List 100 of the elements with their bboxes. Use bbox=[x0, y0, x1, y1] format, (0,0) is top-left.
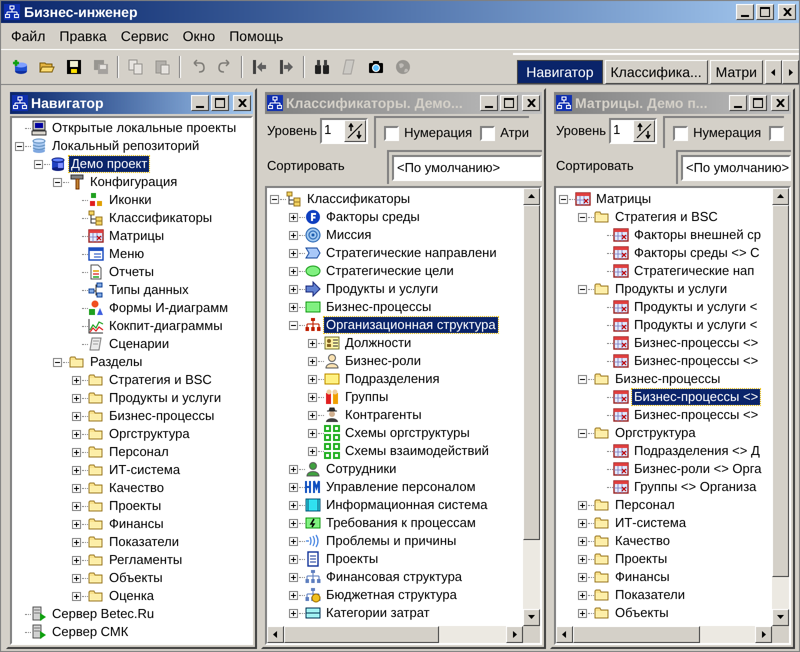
new-database-icon[interactable] bbox=[12, 59, 28, 75]
minimize-button[interactable] bbox=[480, 95, 498, 111]
tree-item[interactable]: Качество bbox=[107, 480, 166, 496]
tree-item[interactable]: Контрагенты bbox=[343, 407, 424, 423]
tree-item[interactable]: Организационная структура bbox=[324, 317, 498, 333]
tree-item[interactable]: Сотрудники bbox=[324, 461, 398, 477]
tree-item[interactable]: Бюджетная структура bbox=[324, 587, 459, 603]
tree-item[interactable]: Меню bbox=[107, 246, 146, 262]
tree-toggle[interactable] bbox=[578, 554, 587, 564]
tree-item[interactable]: Проекты bbox=[107, 498, 164, 514]
tree-item[interactable]: Бизнес-процессы bbox=[613, 371, 722, 387]
scroll-up-button[interactable] bbox=[523, 188, 540, 205]
tree-item[interactable]: Финансы bbox=[613, 569, 672, 585]
tree-toggle[interactable] bbox=[289, 572, 298, 582]
sort-dropdown[interactable]: <По умолчанию> bbox=[681, 155, 792, 181]
tree-item[interactable]: Управление персоналом bbox=[324, 479, 478, 495]
tree-toggle[interactable] bbox=[72, 556, 81, 564]
horizontal-scrollbar[interactable] bbox=[556, 626, 772, 643]
tree-toggle[interactable] bbox=[72, 502, 81, 510]
tree-toggle[interactable] bbox=[289, 302, 298, 312]
tab-scroll-left-button[interactable] bbox=[765, 60, 782, 84]
tree-item[interactable]: Бизнес-процессы <> bbox=[632, 389, 760, 405]
tree-item[interactable]: Схемы взаимодействий bbox=[343, 443, 491, 459]
tree-item[interactable]: Объекты bbox=[613, 605, 671, 621]
tree-item[interactable]: Продукты и услуги < bbox=[632, 317, 760, 333]
scroll-left-button[interactable] bbox=[267, 626, 284, 643]
tree-item[interactable]: Продукты и услуги bbox=[613, 281, 730, 297]
minimize-button[interactable] bbox=[729, 95, 747, 111]
tree-toggle[interactable] bbox=[72, 412, 81, 420]
tree-item[interactable]: Схемы оргструктуры bbox=[343, 425, 472, 441]
tree-item[interactable]: Персонал bbox=[107, 444, 171, 460]
tree-item[interactable]: Факторы среды <> С bbox=[632, 245, 762, 261]
close-button[interactable] bbox=[233, 95, 251, 111]
menu-item[interactable]: Помощь bbox=[222, 26, 290, 46]
tree-item[interactable]: Иконки bbox=[107, 192, 154, 208]
tree-toggle[interactable] bbox=[72, 394, 81, 402]
checkbox[interactable] bbox=[673, 126, 688, 140]
tree-toggle[interactable] bbox=[289, 482, 298, 492]
menu-item[interactable]: Правка bbox=[52, 26, 114, 46]
tree-toggle[interactable] bbox=[289, 518, 298, 528]
tree-item[interactable]: Сценарии bbox=[107, 336, 172, 352]
tree-toggle[interactable] bbox=[72, 430, 81, 438]
tree-toggle[interactable] bbox=[72, 574, 81, 582]
tree-toggle[interactable] bbox=[289, 320, 298, 330]
tree-toggle[interactable] bbox=[308, 338, 317, 348]
tree-item[interactable]: Стратегические цели bbox=[324, 263, 456, 279]
tree-item[interactable]: Качество bbox=[613, 533, 672, 549]
tree-toggle[interactable] bbox=[308, 374, 317, 384]
tree-item[interactable]: Формы И-диаграмм bbox=[107, 300, 230, 316]
tree-toggle[interactable] bbox=[289, 284, 298, 294]
tree-toggle[interactable] bbox=[578, 428, 587, 438]
tab[interactable]: Матри bbox=[710, 60, 763, 84]
save-icon[interactable] bbox=[66, 59, 82, 75]
tree-item[interactable]: Конфигурация bbox=[88, 174, 180, 190]
step-right-icon[interactable] bbox=[278, 59, 294, 75]
tree-item[interactable]: Финансы bbox=[107, 516, 166, 532]
tree-toggle[interactable] bbox=[72, 592, 81, 600]
tree-toggle[interactable] bbox=[289, 590, 298, 600]
tree-item[interactable]: Бизнес-процессы <> bbox=[632, 353, 760, 369]
tree-item[interactable]: Матрицы bbox=[107, 228, 166, 244]
tree-toggle[interactable] bbox=[289, 266, 298, 276]
tree-toggle[interactable] bbox=[72, 484, 81, 492]
scroll-down-button[interactable] bbox=[523, 609, 540, 626]
tree-item[interactable]: Сервер Betec.Ru bbox=[50, 606, 156, 622]
tree-item[interactable]: ИТ-система bbox=[107, 462, 182, 478]
tree-toggle[interactable] bbox=[53, 178, 62, 186]
tab[interactable]: Классифика... bbox=[604, 60, 708, 84]
tree-toggle[interactable] bbox=[289, 248, 298, 258]
scrollbar-thumb[interactable] bbox=[284, 626, 440, 643]
tree-toggle[interactable] bbox=[578, 212, 587, 222]
tree-toggle[interactable] bbox=[578, 608, 587, 618]
tree-item[interactable]: Стратегические нап bbox=[632, 263, 756, 279]
checkbox[interactable] bbox=[384, 126, 400, 140]
tree-item[interactable]: Группы bbox=[343, 389, 390, 405]
tree-item[interactable]: Сервер СМК bbox=[50, 624, 130, 640]
tree-toggle[interactable] bbox=[578, 284, 587, 294]
tree-toggle[interactable] bbox=[308, 410, 317, 420]
tree-item[interactable]: Подразделения <> Д bbox=[632, 443, 762, 459]
maximize-button[interactable] bbox=[500, 95, 518, 111]
tree-item[interactable]: Классификаторы bbox=[305, 191, 412, 207]
tree-item[interactable]: Бизнес-роли <> Орга bbox=[632, 461, 764, 477]
tree-item[interactable]: Показатели bbox=[107, 534, 181, 550]
tab[interactable]: Навигатор bbox=[517, 60, 602, 84]
tree-toggle[interactable] bbox=[308, 446, 317, 456]
menu-item[interactable]: Сервис bbox=[114, 26, 176, 46]
tree-item[interactable]: Факторы среды bbox=[324, 209, 422, 225]
maximize-button[interactable] bbox=[749, 95, 767, 111]
tree-item[interactable]: Миссия bbox=[324, 227, 374, 243]
close-button[interactable] bbox=[522, 95, 540, 111]
tree-toggle[interactable] bbox=[72, 520, 81, 528]
tree-item[interactable]: Требования к процессам bbox=[324, 515, 478, 531]
tree-item[interactable]: Категории затрат bbox=[324, 605, 432, 621]
tree-toggle[interactable] bbox=[308, 392, 317, 402]
tree-item[interactable]: Продукты и услуги bbox=[324, 281, 440, 297]
level-spin-field[interactable]: 1 bbox=[609, 118, 658, 144]
tree-toggle[interactable] bbox=[289, 500, 298, 510]
tree-item[interactable]: Регламенты bbox=[107, 552, 184, 568]
tree-toggle[interactable] bbox=[578, 590, 587, 600]
vertical-scrollbar[interactable] bbox=[523, 188, 540, 626]
checkbox[interactable] bbox=[480, 126, 496, 140]
